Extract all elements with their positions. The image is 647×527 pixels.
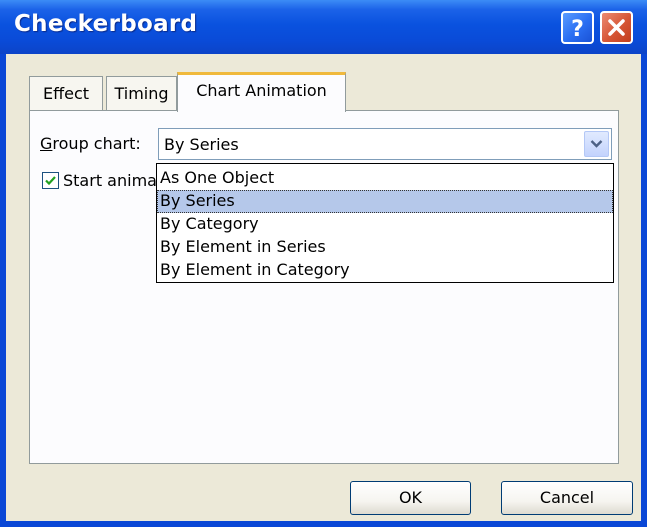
window-title: Checkerboard	[14, 11, 198, 37]
group-chart-label: Group chart:	[40, 134, 141, 153]
dialog-window: Checkerboard ? Effect Timing Chart Anima…	[0, 0, 647, 527]
tab-chart-animation[interactable]: Chart Animation	[177, 72, 346, 112]
start-animation-label: Start animating background	[63, 171, 163, 190]
help-icon: ?	[571, 17, 584, 42]
cancel-button[interactable]: Cancel	[501, 481, 633, 515]
option-by-series[interactable]: By Series	[157, 190, 613, 213]
group-chart-value: By Series	[164, 135, 239, 154]
close-icon	[608, 19, 625, 36]
help-button[interactable]: ?	[561, 11, 594, 44]
dialog-client-area: Effect Timing Chart Animation Group char…	[6, 54, 641, 521]
ok-button[interactable]: OK	[350, 481, 471, 515]
start-animation-checkbox[interactable]	[42, 172, 59, 189]
group-chart-dropdown-list: As One Object By Series By Category By E…	[156, 163, 614, 283]
option-by-element-in-category[interactable]: By Element in Category	[157, 259, 613, 282]
close-button[interactable]	[600, 11, 633, 44]
svg-text:?: ?	[571, 17, 584, 42]
tab-effect[interactable]: Effect	[29, 76, 103, 110]
option-as-one-object[interactable]: As One Object	[157, 167, 613, 190]
group-chart-select[interactable]: By Series	[158, 128, 612, 160]
chevron-down-icon	[590, 140, 603, 148]
option-by-element-in-series[interactable]: By Element in Series	[157, 236, 613, 259]
checkmark-icon	[45, 176, 56, 186]
option-by-category[interactable]: By Category	[157, 213, 613, 236]
tab-timing[interactable]: Timing	[106, 76, 177, 110]
title-bar[interactable]: Checkerboard ?	[0, 0, 647, 54]
dropdown-arrow-button[interactable]	[584, 131, 609, 157]
